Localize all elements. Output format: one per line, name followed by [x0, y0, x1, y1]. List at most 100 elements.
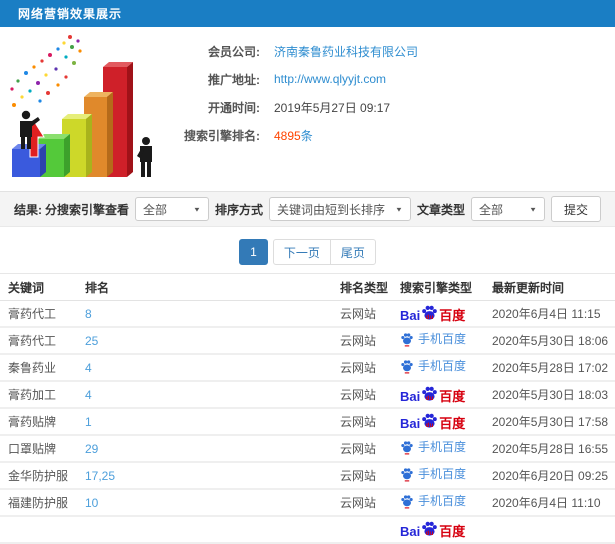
svg-text:du: du: [426, 422, 434, 429]
mobile-paw-icon: [401, 359, 413, 373]
rank-link[interactable]: 1: [85, 415, 340, 429]
baidu-logo: Bai du 百度: [400, 520, 465, 538]
updated-time-cell: 2020年6月20日 09:25: [492, 469, 609, 483]
keyword-rank-table: 关键词 排名 排名类型 搜索引擎类型 最新更新时间 膏药代工 8 云网站 Bai…: [0, 273, 615, 544]
mobile-baidu-icon: 手机百度: [400, 467, 466, 482]
mobile-baidu-icon: 手机百度: [400, 332, 466, 347]
baidu-paw-icon: du: [422, 305, 438, 321]
page-title: 网络营销效果展示: [18, 7, 123, 21]
svg-text:du: du: [426, 530, 434, 537]
member-info-list: 会员公司: 济南秦鲁药业科技有限公司 推广地址: http://www.qlyy…: [168, 27, 615, 191]
keyword-cell: 膏药贴牌: [8, 415, 57, 429]
keyword-cell: 膏药代工: [8, 307, 57, 321]
engine-filter-select[interactable]: 全部 ▼: [134, 197, 209, 221]
table-row: 秦鲁药业 4 云网站 手机百度 2020年5月28日 17:02: [0, 355, 615, 382]
mobile-baidu-icon: 手机百度: [400, 440, 466, 455]
rank-unit: 条: [300, 128, 313, 143]
chevron-down-icon: ▼: [529, 205, 537, 213]
businessman-right: [137, 137, 152, 177]
engine-rank-label: 搜索引擎排名:: [184, 128, 260, 143]
col-rank: 排名: [85, 280, 110, 295]
rank-type-cell: 云网站: [340, 388, 377, 402]
keyword-cell: 口罩贴牌: [8, 442, 57, 456]
updated-time-cell: 2020年5月30日 17:58: [492, 415, 609, 429]
window-title-bar: 网络营销效果展示: [0, 0, 615, 27]
updated-time-cell: 2020年5月28日 17:02: [492, 361, 609, 375]
rank-type-cell: 云网站: [340, 334, 377, 348]
opened-time-value: 2019年5月27日 09:17: [274, 100, 391, 115]
growth-chart-illustration: [0, 27, 168, 191]
engine-rank-value: 4895条: [274, 127, 313, 144]
mobile-baidu-icon: 手机百度: [400, 359, 466, 374]
rank-link[interactable]: 8: [85, 307, 340, 321]
table-row: 膏药贴牌 1 云网站 Bai du 百度 2020年5月30日 17:58: [0, 409, 615, 436]
rank-link[interactable]: 10: [85, 496, 340, 510]
mobile-paw-icon: [401, 494, 413, 508]
company-row: 会员公司: 济南秦鲁药业科技有限公司: [168, 37, 615, 65]
rank-link[interactable]: 29: [85, 442, 340, 456]
updated-time-cell: 2020年5月28日 16:55: [492, 442, 609, 456]
keyword-cell: 膏药加工: [8, 388, 57, 402]
page-1-button[interactable]: 1: [239, 239, 268, 265]
mobile-baidu-icon: 手机百度: [400, 494, 466, 509]
rank-link[interactable]: 17,25: [85, 469, 340, 483]
engine-rank-row: 搜索引擎排名: 4895条: [168, 121, 615, 149]
sort-filter-value: 关键词由短到长排序: [276, 202, 385, 217]
engine-cell: 手机百度: [400, 332, 492, 350]
baidu-paw-icon: du: [422, 521, 438, 537]
opened-time-label: 开通时间:: [208, 100, 260, 115]
engine-cell: Bai du 百度: [400, 304, 492, 323]
keyword-cell: 秦鲁药业: [8, 361, 57, 375]
sort-filter-label: 排序方式: [214, 202, 263, 217]
keyword-cell: 金华防护服: [8, 469, 69, 483]
col-updated: 最新更新时间: [492, 280, 565, 295]
svg-text:du: du: [426, 314, 434, 321]
svg-text:du: du: [426, 395, 434, 402]
table-row: 金华防护服 17,25 云网站 手机百度 2020年6月20日 09:25: [0, 463, 615, 490]
table-row: 膏药代工 8 云网站 Bai du 百度 2020年6月4日 11:15: [0, 301, 615, 328]
engine-cell: 手机百度: [400, 467, 492, 485]
baidu-logo: Bai du 百度: [400, 412, 465, 430]
opened-time-row: 开通时间: 2019年5月27日 09:17: [168, 93, 615, 121]
rank-link[interactable]: 4: [85, 361, 340, 375]
keyword-cell: 膏药代工: [8, 334, 57, 348]
promo-url-link[interactable]: http://www.qlyyjt.com: [274, 72, 386, 86]
keyword-cell: 福建防护服: [8, 496, 69, 510]
filter-controls: 分搜索引擎查看 全部 ▼ 排序方式 关键词由短到长排序 ▼ 文章类型 全部 ▼ …: [45, 196, 601, 222]
engine-cell: 手机百度: [400, 359, 492, 377]
promo-url-row: 推广地址: http://www.qlyyjt.com: [168, 65, 615, 93]
rank-type-cell: 云网站: [340, 442, 377, 456]
table-row: 膏药代工 25 云网站 手机百度 2020年5月30日 18:06: [0, 328, 615, 355]
article-type-select[interactable]: 全部 ▼: [470, 197, 545, 221]
baidu-paw-icon: du: [422, 413, 438, 429]
submit-button[interactable]: 提交: [550, 196, 601, 222]
chevron-down-icon: ▼: [193, 205, 201, 213]
table-body: 膏药代工 8 云网站 Bai du 百度 2020年6月4日 11:15 膏药代…: [0, 301, 615, 544]
mobile-paw-icon: [401, 440, 413, 454]
member-info-section: 会员公司: 济南秦鲁药业科技有限公司 推广地址: http://www.qlyy…: [0, 27, 615, 191]
engine-cell: Bai du 百度: [400, 385, 492, 404]
results-label: 结果:: [14, 202, 42, 217]
updated-time-cell: 2020年6月4日 11:15: [492, 307, 601, 321]
table-row: 口罩贴牌 29 云网站 手机百度 2020年5月28日 16:55: [0, 436, 615, 463]
baidu-logo: Bai du 百度: [400, 304, 465, 322]
rank-link[interactable]: 4: [85, 388, 340, 402]
col-keyword: 关键词: [8, 280, 45, 295]
confetti-dots: [10, 35, 82, 107]
engine-cell: 手机百度: [400, 440, 492, 458]
engine-cell: 手机百度: [400, 494, 492, 512]
last-page-button[interactable]: 尾页: [329, 239, 376, 265]
updated-time-cell: 2020年5月30日 18:03: [492, 388, 609, 402]
rank-link[interactable]: 25: [85, 334, 340, 348]
rank-type-cell: 云网站: [340, 361, 377, 375]
engine-filter-value: 全部: [142, 202, 167, 217]
article-type-label: 文章类型: [416, 202, 465, 217]
company-link[interactable]: 济南秦鲁药业科技有限公司: [274, 43, 418, 60]
col-rank-type: 排名类型: [340, 280, 389, 295]
next-page-button[interactable]: 下一页: [272, 239, 331, 265]
table-row: 福建防护服 10 云网站 手机百度 2020年6月4日 11:10: [0, 490, 615, 517]
engine-cell: Bai du 百度: [400, 520, 492, 539]
updated-time-cell: 2020年6月4日 11:10: [492, 496, 601, 510]
sort-filter-select[interactable]: 关键词由短到长排序 ▼: [268, 197, 411, 221]
engine-cell: Bai du 百度: [400, 412, 492, 431]
